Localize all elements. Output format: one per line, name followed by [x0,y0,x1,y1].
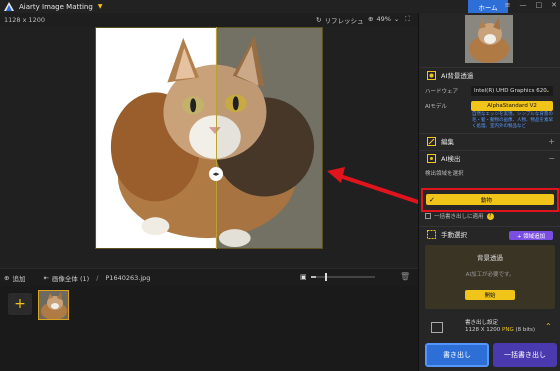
bg-card-title: 背景透過 [477,254,503,262]
start-button[interactable]: 開始 [465,290,515,300]
batch-export-button[interactable]: 一括書き出し [493,343,557,367]
trash-icon[interactable]: 🗑 [400,272,410,281]
edit-title: 編集 [441,138,454,146]
app-title: Aiarty Image Matting [19,2,93,11]
close-icon[interactable]: ✕ [551,1,557,9]
add-icon: ⊕ [4,273,10,282]
minus-icon[interactable]: − [548,154,555,163]
manual-select-icon [425,229,437,239]
slider-knob[interactable] [324,273,327,281]
export-settings-detail: 1128 X 1200 PNG (8 bits) [465,327,535,333]
refresh-button[interactable]: ↻ リフレッシュ [316,15,363,25]
manual-select-title: 手動選択 [441,231,467,239]
zoom-icon: ⊕ [368,15,374,23]
detect-region-label: 検出領域を選択 [425,171,464,177]
check-icon: ✓ [429,195,435,204]
help-icon[interactable]: ? [486,212,494,220]
cat-photo [95,27,323,249]
add-image-tile[interactable]: + [8,293,32,315]
add-label: 追加 [12,274,26,283]
annotation-arrow [327,167,424,206]
model-description: 自然なエッジを実現、シンプルな背景の毛・髪・動物の画像、人物、物品を素早く処理、… [472,112,553,129]
maximize-icon[interactable]: □ [536,1,543,9]
apply-batch-label: 一括書き出しに適用 [434,214,484,220]
image-thumbnail[interactable] [38,290,69,320]
detect-option-animal[interactable]: ✓ 動物 [426,194,554,205]
image-canvas[interactable]: ◂▸ [0,27,424,268]
background-removal-card: 背景透過 AI加工が必要です。 開始 [425,245,555,309]
image-icon: ▣ [300,273,307,281]
export-settings-icon [431,322,443,333]
detect-option-label: 動物 [480,197,492,204]
edit-icon [425,136,437,146]
add-image-button[interactable]: ⊕ 追加 [4,273,25,283]
ai-detect-section[interactable]: AI検出 − [419,151,560,165]
canvas-toolbar: 1128 x 1200 ↻ リフレッシュ ⊕ 49% ⌄ ⛶ [0,13,418,27]
edit-section[interactable]: 編集 + [419,134,560,148]
collapse-icon[interactable]: ⇤ [43,274,48,282]
breadcrumb: ⇤ 画像全体 (1) / P1640263.jpg [43,273,150,283]
model-label: AIモデル [425,104,447,110]
export-bits: (8 bits) [515,327,536,333]
slider-track[interactable] [310,273,375,281]
ai-detect-title: AI検出 [441,155,461,163]
hardware-label: ハードウェア [425,89,459,95]
minimize-icon[interactable]: — [520,1,527,9]
breadcrumb-separator: / [96,273,99,282]
ai-bg-section: AI背景透過 [419,68,560,82]
chevron-down-icon: ⌄ [393,15,400,23]
export-format: PNG [502,327,514,333]
chevron-down-icon[interactable]: ▼ [98,3,103,10]
ai-bg-title: AI背景透過 [441,72,474,80]
detect-region-row: 検出領域を選択 [419,169,560,177]
image-dimensions: 1128 x 1200 [4,16,46,24]
menu-icon[interactable]: ≡ [505,1,511,9]
ai-detect-icon [425,153,437,163]
hardware-select[interactable]: Intel(R) UHD Graphics 620 ⌄ [471,86,553,96]
add-area-button[interactable]: + 領域追加 [509,231,553,240]
chevron-up-icon[interactable]: ⌃ [545,322,552,331]
compare-split-handle[interactable]: ◂▸ [209,167,223,181]
zoom-value: 49% [376,15,391,23]
preview-thumbnail [465,15,513,63]
plus-icon[interactable]: + [548,137,555,146]
slider-fill [310,276,316,278]
chevron-down-icon: ⌄ [545,88,550,94]
right-panel: AI背景透過 ハードウェア Intel(R) UHD Graphics 620 … [418,13,560,371]
window-controls: ≡ — □ ✕ [505,1,557,9]
checkbox[interactable] [425,213,431,219]
thumbnail-size-slider[interactable]: ▣ [300,272,390,282]
all-images-link[interactable]: 画像全体 (1) [52,273,89,283]
fit-screen-icon[interactable]: ⛶ [405,15,410,24]
home-tab[interactable]: ホーム [468,0,508,13]
export-settings-title: 書き出し設定 [465,320,499,326]
file-name: P1640263.jpg [105,273,151,282]
compare-split-line [216,27,217,249]
refresh-icon: ↻ [316,16,322,24]
refresh-label: リフレッシュ [324,17,364,25]
thumbnail-strip: + [0,286,418,371]
zoom-control[interactable]: ⊕ 49% ⌄ [368,15,399,23]
export-button[interactable]: 書き出し [425,343,489,367]
model-select[interactable]: AlphaStandard V2 [471,101,553,111]
app-logo-icon [4,2,14,11]
export-settings[interactable]: 書き出し設定 1128 X 1200 PNG (8 bits) ⌃ [425,318,555,340]
bg-card-subtitle: AI加工が必要です。 [465,272,515,278]
model-value: AlphaStandard V2 [487,103,537,109]
export-dims: 1128 X 1200 [465,327,501,333]
hardware-value: Intel(R) UHD Graphics 620 [474,88,547,94]
apply-batch-row[interactable]: 一括書き出しに適用 ? [425,212,494,220]
ai-bg-icon [425,70,437,80]
